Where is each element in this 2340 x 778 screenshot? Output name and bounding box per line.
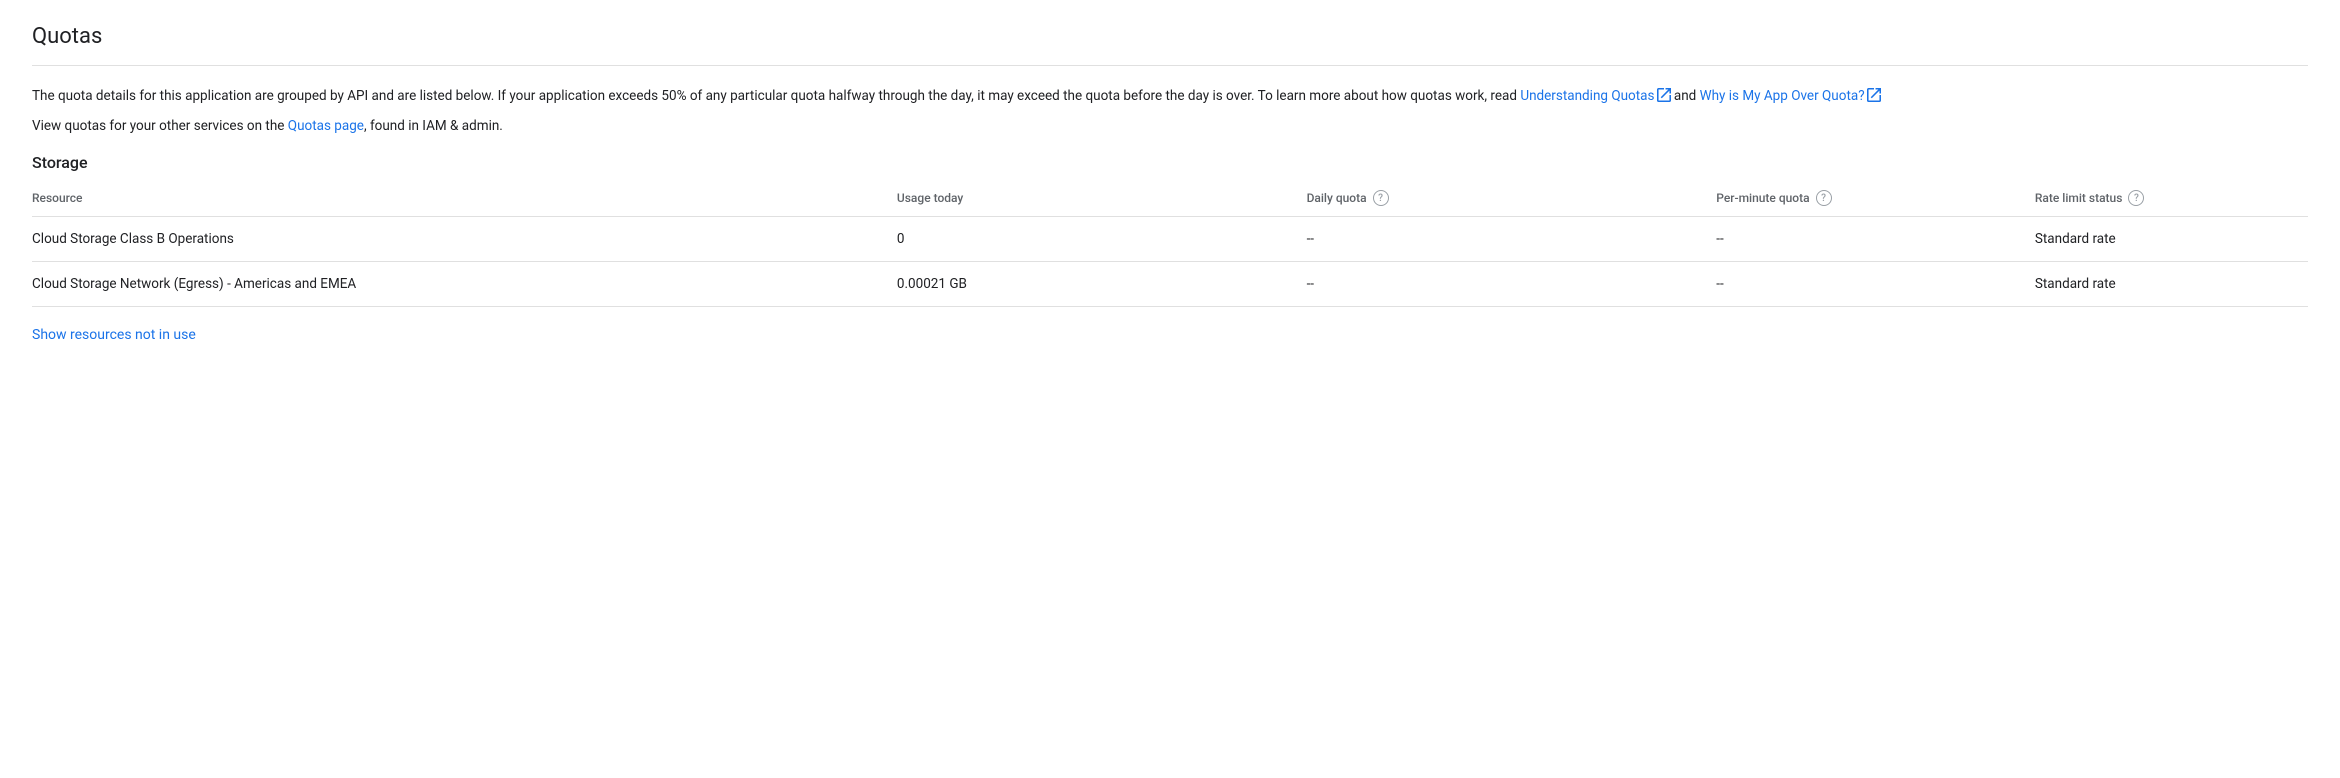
external-link-icon-2 [1867,88,1881,102]
description-and-text: and [1671,88,1700,104]
col-header-perminute-quota: Per-minute quota ? [1716,180,2035,217]
row0-daily-quota: -- [1307,217,1717,262]
table-header-row: Resource Usage today Daily quota ? Per-m… [32,180,2308,217]
page-title: Quotas [32,24,2308,49]
table-body: Cloud Storage Class B Operations 0 -- --… [32,217,2308,307]
row1-daily-quota: -- [1307,262,1717,307]
row0-resource: Cloud Storage Class B Operations [32,217,897,262]
storage-section: Storage Resource Usage today Daily quota… [32,153,2308,307]
description-block: The quota details for this application a… [32,86,2308,137]
quota-table: Resource Usage today Daily quota ? Per-m… [32,180,2308,307]
quotas-page-link[interactable]: Quotas page [288,118,364,134]
row0-perminute-quota: -- [1716,217,2035,262]
row1-rate-limit: Standard rate [2035,262,2308,307]
row1-resource: Cloud Storage Network (Egress) - America… [32,262,897,307]
row1-usage: 0.00021 GB [897,262,1307,307]
daily-quota-help-icon[interactable]: ? [1373,190,1389,206]
row0-rate-limit: Standard rate [2035,217,2308,262]
col-header-rate-limit: Rate limit status ? [2035,180,2308,217]
col-header-usage: Usage today [897,180,1307,217]
row0-usage: 0 [897,217,1307,262]
table-header: Resource Usage today Daily quota ? Per-m… [32,180,2308,217]
header-divider [32,65,2308,66]
description-line2-suffix: , found in IAM & admin. [364,118,503,134]
row1-perminute-quota: -- [1716,262,2035,307]
rate-limit-help-icon[interactable]: ? [2128,190,2144,206]
why-over-quota-link[interactable]: Why is My App Over Quota? [1700,88,1865,104]
storage-section-title: Storage [32,153,2308,172]
show-resources-not-in-use-link[interactable]: Show resources not in use [32,327,196,343]
col-header-resource: Resource [32,180,897,217]
table-row: Cloud Storage Network (Egress) - America… [32,262,2308,307]
description-line2-prefix: View quotas for your other services on t… [32,118,288,134]
table-row: Cloud Storage Class B Operations 0 -- --… [32,217,2308,262]
description-line1-prefix: The quota details for this application a… [32,88,1520,104]
page-container: Quotas The quota details for this applic… [0,0,2340,367]
perminute-quota-help-icon[interactable]: ? [1816,190,1832,206]
description-line1: The quota details for this application a… [32,86,2308,108]
col-header-daily-quota: Daily quota ? [1307,180,1717,217]
description-line2: View quotas for your other services on t… [32,116,2308,138]
external-link-icon-1 [1657,88,1671,102]
understanding-quotas-link[interactable]: Understanding Quotas [1520,88,1654,104]
